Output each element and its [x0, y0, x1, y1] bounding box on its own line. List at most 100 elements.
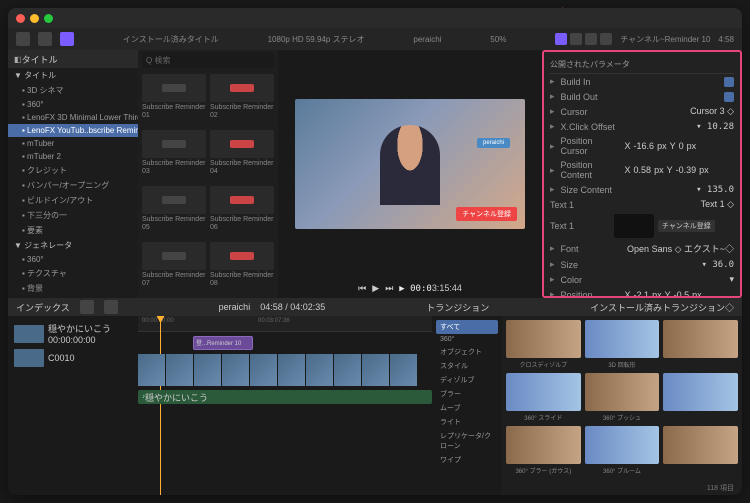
sidebar-item[interactable]: ▼ タイトル: [8, 68, 138, 83]
zoom-label[interactable]: 50%: [490, 35, 506, 44]
title-clip[interactable]: 登...Reminder 10: [193, 336, 253, 350]
inspector-row[interactable]: ▸Build In: [550, 74, 734, 89]
inspector-row[interactable]: ▸Color▾: [550, 272, 734, 287]
inspector-row[interactable]: ▸Build Out: [550, 89, 734, 104]
library-icon[interactable]: [16, 32, 30, 46]
viewer-canvas[interactable]: peraichi チャンネル登録: [295, 99, 525, 229]
transition-category[interactable]: 360°: [436, 334, 498, 345]
inspector-row[interactable]: Text 1チャンネル登録: [550, 212, 734, 240]
inspector-row[interactable]: ▸Size▾ 36.0: [550, 257, 734, 272]
transition-category[interactable]: ブラー: [436, 387, 498, 401]
transition-category[interactable]: ライト: [436, 415, 498, 429]
transition-thumbnail[interactable]: 360° ブラー (ガウス): [506, 426, 581, 475]
sidebar-item[interactable]: ▼ ジェネレータ: [8, 238, 138, 253]
photos-icon[interactable]: [38, 32, 52, 46]
sidebar-item[interactable]: ▪ 下三分の一: [8, 208, 138, 223]
transition-category[interactable]: ワイプ: [436, 453, 498, 467]
video-clip[interactable]: [166, 354, 194, 386]
index-button[interactable]: インデックス: [16, 301, 70, 314]
browser-thumbnail[interactable]: Subscribe Reminder 01: [142, 74, 206, 126]
browser-thumbnail[interactable]: Subscribe Reminder 03: [142, 130, 206, 182]
index-row[interactable]: C0010: [12, 347, 134, 369]
timeline-ruler[interactable]: 00:00:00:00 00:03:07:36: [138, 316, 432, 332]
sidebar-item[interactable]: ▪ 要素: [8, 223, 138, 238]
inspector-title: チャンネル~Reminder 10: [620, 34, 710, 45]
sidebar-item[interactable]: ▪ 360°: [8, 98, 138, 111]
inspector-tab-video-icon[interactable]: [555, 33, 567, 45]
tool-trim-icon[interactable]: [104, 300, 118, 314]
inspector-row[interactable]: Text 1Text 1 ◇: [550, 197, 734, 212]
sidebar-item[interactable]: ▪ テクスチャ: [8, 266, 138, 281]
transition-thumbnail[interactable]: 360° スライド: [506, 373, 581, 422]
video-clip[interactable]: [194, 354, 222, 386]
transition-thumbnail[interactable]: [663, 373, 738, 422]
inspector-row[interactable]: ▸Position CursorX-16.6pxY0px: [550, 134, 734, 158]
sidebar-item[interactable]: ▪ ビルドイン/アウト: [8, 193, 138, 208]
minimize-icon[interactable]: [30, 14, 39, 23]
tool-select-icon[interactable]: [80, 300, 94, 314]
search-input[interactable]: Q 検索: [142, 52, 274, 68]
transition-thumbnail[interactable]: 360° ブルーム: [585, 426, 660, 475]
checkbox[interactable]: [724, 92, 734, 102]
close-icon[interactable]: [16, 14, 25, 23]
maximize-icon[interactable]: [44, 14, 53, 23]
transition-thumbnail[interactable]: クロスディゾルブ: [506, 320, 581, 369]
video-clip[interactable]: [306, 354, 334, 386]
browser-thumbnail[interactable]: Subscribe Reminder 02: [210, 74, 274, 126]
video-track: [138, 354, 432, 386]
sidebar-item[interactable]: ▪ クレジット: [8, 163, 138, 178]
inspector-tab-audio-icon[interactable]: [570, 33, 582, 45]
video-clip[interactable]: [362, 354, 390, 386]
transition-category[interactable]: ムーブ: [436, 401, 498, 415]
titles-icon[interactable]: [60, 32, 74, 46]
video-clip[interactable]: [334, 354, 362, 386]
transition-thumbnail[interactable]: 360° プッシュ: [585, 373, 660, 422]
index-row[interactable]: 穏やかにいこう00:00:00:00: [12, 320, 134, 347]
sidebar-item[interactable]: ▪ mTuber 2: [8, 150, 138, 163]
sidebar-item[interactable]: ▪ 背景: [8, 281, 138, 296]
inspector-row[interactable]: ▸X.Click Offset▾ 10.28: [550, 119, 734, 134]
inspector-row[interactable]: ▸FontOpen Sans ◇ エクスト~◇: [550, 240, 734, 257]
inspector-tab-info-icon[interactable]: [585, 33, 597, 45]
timeline-tracks[interactable]: 00:00:00:00 00:03:07:36 登...Reminder 10 …: [138, 316, 432, 495]
transition-category[interactable]: ディゾルブ: [436, 373, 498, 387]
inspector-row[interactable]: ▸PositionX-2.1pxY-0.5px: [550, 287, 734, 298]
sidebar-item[interactable]: ▪ 360°: [8, 253, 138, 266]
transition-thumbnail[interactable]: 3D 回転形: [585, 320, 660, 369]
browser-thumbnail[interactable]: Subscribe Reminder 04: [210, 130, 274, 182]
transitions-installed[interactable]: インストール済みトランジション◇: [590, 301, 734, 314]
video-clip[interactable]: [390, 354, 418, 386]
timeline-area: インデックス peraichi 04:58 / 04:02:35 トランジション…: [8, 298, 742, 495]
transition-thumbnail[interactable]: [663, 426, 738, 475]
transition-category[interactable]: スタイル: [436, 359, 498, 373]
sidebar-item[interactable]: ▪ バンパー/オープニング: [8, 178, 138, 193]
sidebar-item[interactable]: ▪ LenoFX 3D Minimal Lower Thirds: [8, 111, 138, 124]
inspector-row[interactable]: ▸Size Content▾ 135.0: [550, 182, 734, 197]
sidebar-item[interactable]: ▪ mTuber: [8, 137, 138, 150]
sidebar-item[interactable]: ▪ LenoFX YouTub..bscribe Reminder: [8, 124, 138, 137]
inspector-tab-color-icon[interactable]: [600, 33, 612, 45]
audio-clip[interactable]: ♪ 穏やかにいこう: [138, 390, 432, 404]
browser-thumbnail[interactable]: Subscribe Reminder 07: [142, 242, 206, 294]
video-clip[interactable]: [278, 354, 306, 386]
timecode[interactable]: ▶ 00:03:15:44: [399, 283, 462, 294]
play-icon[interactable]: ▶: [372, 283, 379, 294]
video-clip[interactable]: [138, 354, 166, 386]
transition-category[interactable]: レプリケータ/クローン: [436, 429, 498, 453]
transition-category[interactable]: オブジェクト: [436, 345, 498, 359]
browser-thumbnail[interactable]: Subscribe Reminder 05: [142, 186, 206, 238]
sidebar-item[interactable]: ▪ 3D シネマ: [8, 83, 138, 98]
next-icon[interactable]: ⏭: [385, 283, 393, 294]
transition-category[interactable]: すべて: [436, 320, 498, 334]
sidebar: ◧ タイトル ▼ タイトル▪ 3D シネマ▪ 360°▪ LenoFX 3D M…: [8, 50, 138, 298]
inspector-row[interactable]: ▸CursorCursor 3 ◇: [550, 104, 734, 119]
inspector-row[interactable]: ▸Position ContentX0.58pxY-0.39px: [550, 158, 734, 182]
browser-thumbnail[interactable]: Subscribe Reminder 06: [210, 186, 274, 238]
checkbox[interactable]: [724, 77, 734, 87]
prev-icon[interactable]: ⏮: [358, 283, 366, 294]
transition-thumbnail[interactable]: [663, 320, 738, 369]
browser-thumbnail[interactable]: Subscribe Reminder 08: [210, 242, 274, 294]
video-clip[interactable]: [250, 354, 278, 386]
video-clip[interactable]: [222, 354, 250, 386]
playhead[interactable]: [160, 316, 161, 495]
